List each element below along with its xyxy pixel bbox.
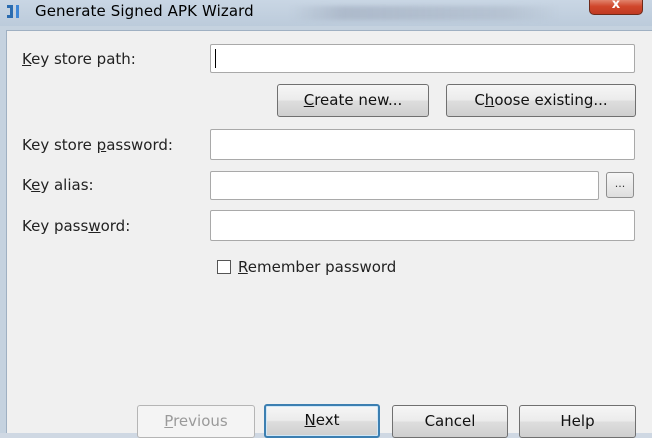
title-bar-blur xyxy=(290,6,560,20)
choose-existing-button[interactable]: Choose existing... xyxy=(446,84,636,117)
remember-password-checkbox[interactable] xyxy=(217,260,231,274)
key-password-label: Key password: xyxy=(22,217,131,235)
close-icon: x xyxy=(611,0,621,12)
cancel-button[interactable]: Cancel xyxy=(392,405,508,438)
key-store-password-input[interactable] xyxy=(210,129,635,160)
android-studio-icon xyxy=(6,3,24,21)
remember-password-label[interactable]: Remember password xyxy=(238,258,396,276)
previous-button[interactable]: Previous xyxy=(137,405,255,438)
key-alias-label: Key alias: xyxy=(22,176,94,194)
key-store-path-input[interactable] xyxy=(210,44,635,73)
browse-alias-button[interactable]: ... xyxy=(606,172,634,198)
create-new-button[interactable]: Create new... xyxy=(277,84,429,117)
window-title: Generate Signed APK Wizard xyxy=(35,2,254,20)
key-store-password-label: Key store password: xyxy=(22,136,173,154)
dialog-content: Key store path: Create new... Choose exi… xyxy=(6,30,652,438)
key-alias-input[interactable] xyxy=(210,171,599,200)
help-button[interactable]: Help xyxy=(519,405,636,438)
dialog-window: Generate Signed APK Wizard x Key store p… xyxy=(0,0,652,438)
key-password-input[interactable] xyxy=(210,210,635,241)
key-store-path-label: Key store path: xyxy=(22,50,136,68)
text-caret xyxy=(215,49,216,68)
title-bar[interactable]: Generate Signed APK Wizard x xyxy=(0,0,652,26)
close-button[interactable]: x xyxy=(589,0,643,15)
